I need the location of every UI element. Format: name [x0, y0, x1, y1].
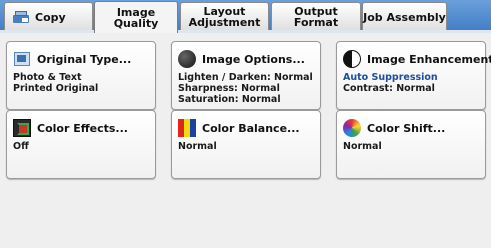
- tab-layout-adjustment[interactable]: Layout Adjustment: [180, 2, 269, 31]
- tab-copy[interactable]: Copy: [4, 2, 93, 31]
- image-enhancement-title: Image Enhancement...: [367, 52, 491, 66]
- tab-output-format[interactable]: Output Format: [271, 2, 361, 31]
- original-type-value-2: Printed Original: [13, 83, 99, 94]
- black-circle-icon: [178, 50, 196, 68]
- image-options-value-3: Saturation: Normal: [178, 94, 281, 105]
- color-effects-title: Color Effects...: [37, 121, 128, 135]
- copy-machine-icon: [13, 11, 29, 23]
- image-enhancement-value-1: Auto Suppression: [343, 72, 438, 83]
- tab-output-format-label: Output Format: [293, 5, 339, 29]
- color-effects-icon: [13, 119, 31, 137]
- tab-layout-adjustment-label: Layout Adjustment: [188, 5, 261, 29]
- color-balance-button[interactable]: Color Balance... Normal: [171, 110, 321, 179]
- tab-job-assembly[interactable]: Job Assembly: [362, 2, 447, 31]
- image-quality-panel: Original Type... Photo & Text Printed Or…: [0, 33, 491, 248]
- color-effects-value: Off: [13, 141, 29, 152]
- image-enhancement-button[interactable]: Image Enhancement... Auto Suppression Co…: [336, 41, 491, 110]
- color-wheel-icon: [343, 119, 361, 137]
- document-icon: [13, 50, 31, 68]
- tab-image-quality-label: Image Quality: [113, 5, 159, 30]
- color-shift-value: Normal: [343, 141, 382, 152]
- image-options-value-1: Lighten / Darken: Normal: [178, 72, 313, 83]
- image-options-value-2: Sharpness: Normal: [178, 83, 280, 94]
- color-bars-icon: [178, 119, 196, 137]
- copy-screen: Copy Image Quality Layout Adjustment Out…: [0, 0, 491, 248]
- tab-bar: Copy Image Quality Layout Adjustment Out…: [0, 0, 491, 33]
- image-options-button[interactable]: Image Options... Lighten / Darken: Norma…: [171, 41, 321, 110]
- image-enhancement-value-2: Contrast: Normal: [343, 83, 435, 94]
- original-type-value-1: Photo & Text: [13, 72, 82, 83]
- tab-job-assembly-label: Job Assembly: [363, 10, 446, 24]
- image-options-title: Image Options...: [202, 52, 305, 66]
- color-balance-title: Color Balance...: [202, 121, 300, 135]
- tab-copy-label: Copy: [35, 10, 66, 24]
- half-circle-icon: [343, 50, 361, 68]
- color-effects-button[interactable]: Color Effects... Off: [6, 110, 156, 179]
- tab-image-quality[interactable]: Image Quality: [94, 1, 178, 33]
- original-type-title: Original Type...: [37, 52, 132, 66]
- color-balance-value: Normal: [178, 141, 217, 152]
- original-type-button[interactable]: Original Type... Photo & Text Printed Or…: [6, 41, 156, 110]
- color-shift-button[interactable]: Color Shift... Normal: [336, 110, 486, 179]
- color-shift-title: Color Shift...: [367, 121, 446, 135]
